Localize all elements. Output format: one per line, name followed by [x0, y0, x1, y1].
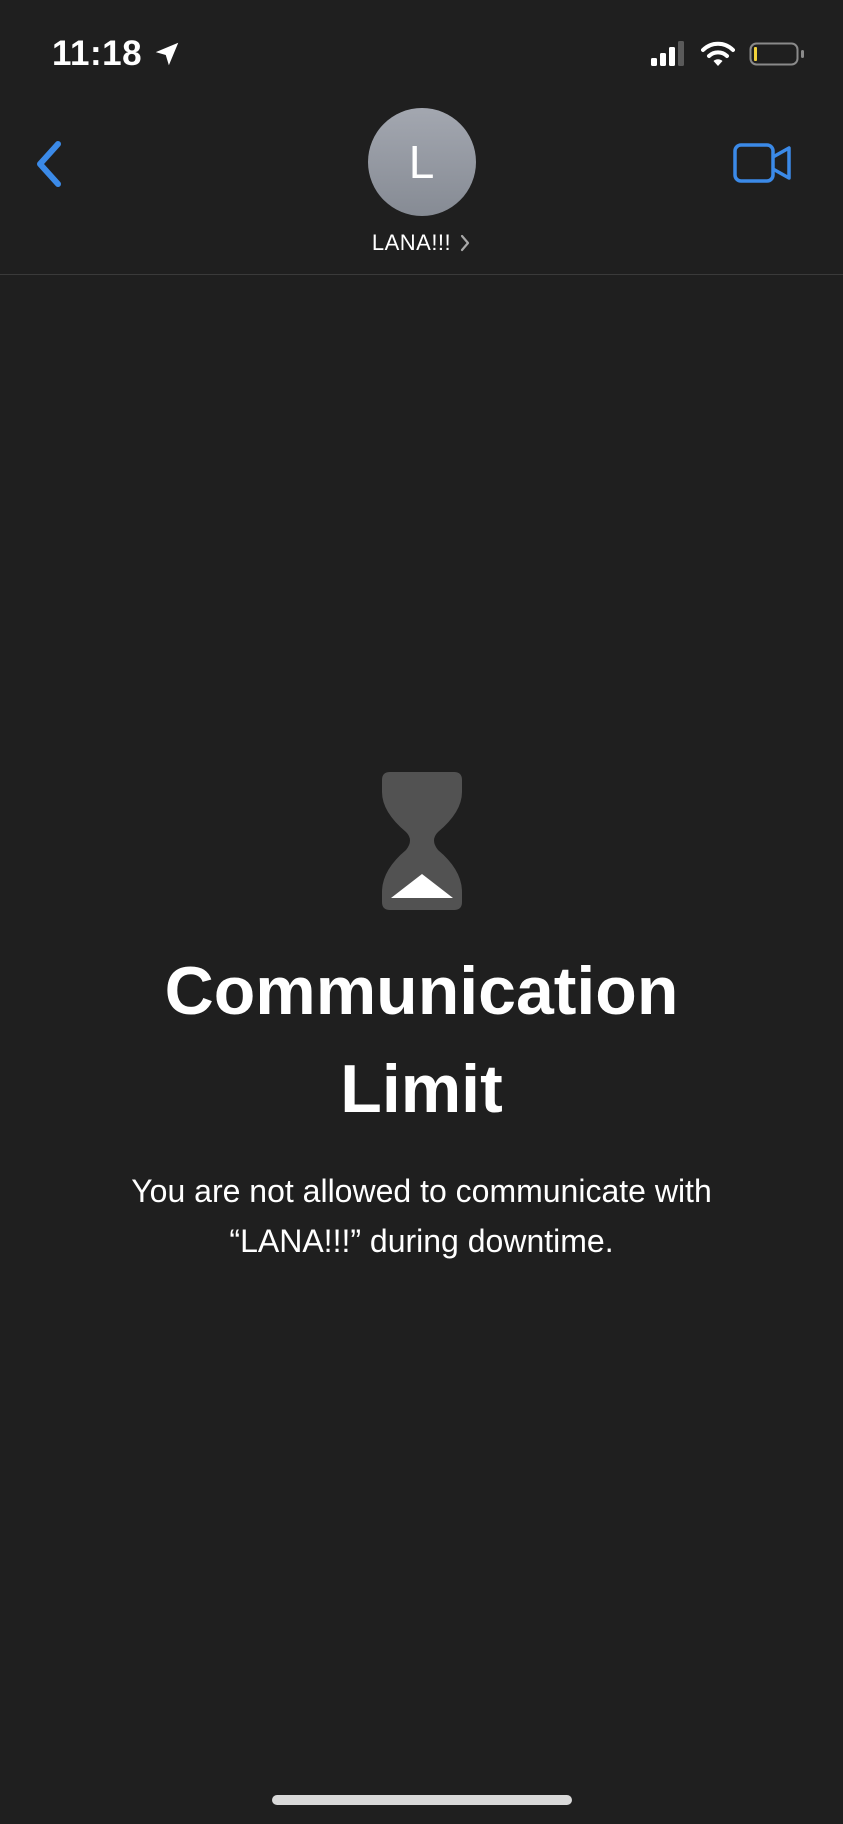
- avatar: L: [367, 108, 476, 216]
- video-camera-icon: [733, 143, 791, 183]
- conversation-header: L LANA!!!: [0, 100, 843, 275]
- hourglass-icon: [381, 772, 462, 910]
- chevron-left-icon: [37, 141, 61, 187]
- communication-limit-panel: Communication Limit You are not allowed …: [0, 770, 843, 1266]
- facetime-video-button[interactable]: [733, 142, 793, 184]
- wifi-icon: [701, 41, 735, 66]
- chevron-right-icon: [461, 234, 470, 252]
- location-arrow-icon: [155, 42, 179, 66]
- status-bar: 11:18: [0, 0, 843, 100]
- cellular-signal-icon: [651, 41, 684, 66]
- contact-name: LANA!!!: [371, 230, 452, 255]
- status-time-group: 11:18: [52, 30, 182, 78]
- downtime-message: You are not allowed to communicate with …: [131, 1173, 712, 1259]
- battery-level: [754, 47, 757, 61]
- contact-info-button[interactable]: L LANA!!!: [367, 108, 476, 256]
- back-button[interactable]: [30, 136, 70, 192]
- battery-low-icon: [749, 42, 804, 66]
- contact-name-row: LANA!!!: [372, 230, 471, 256]
- status-icons: [649, 36, 805, 72]
- status-time: 11:18: [52, 34, 143, 73]
- page-title: Communication Limit: [164, 953, 679, 1127]
- home-indicator[interactable]: [272, 1795, 572, 1805]
